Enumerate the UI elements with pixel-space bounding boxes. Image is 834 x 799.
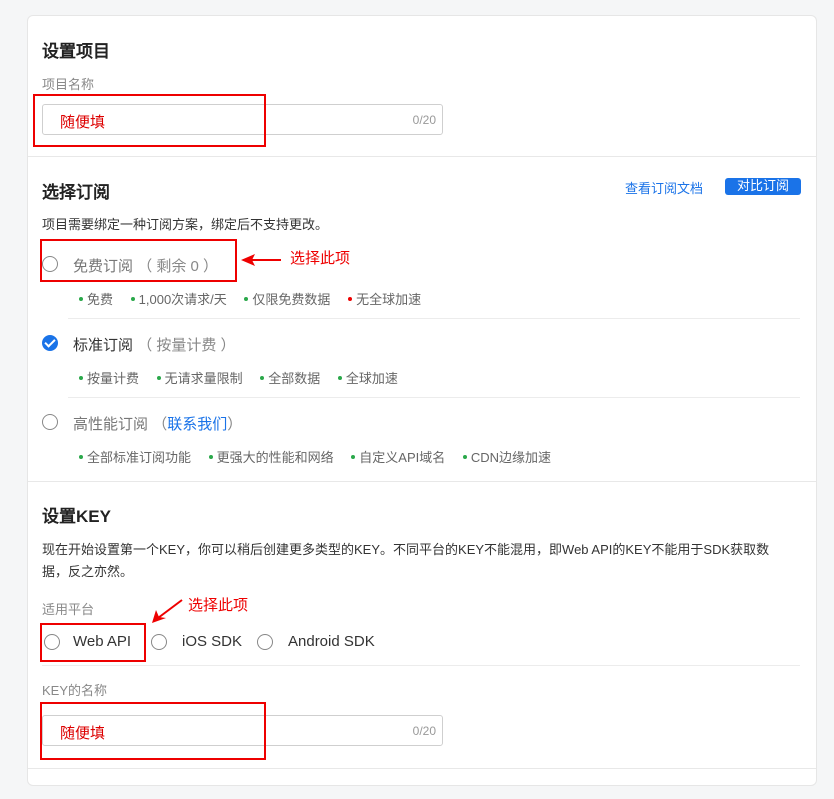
annotation-text-plan: 选择此项 bbox=[290, 250, 351, 267]
standard-plan-name: 标准订阅 bbox=[73, 337, 134, 354]
key-name-label: KEY的名称 bbox=[42, 683, 108, 698]
section-divider bbox=[28, 156, 816, 157]
feature-item: 按量计费 bbox=[79, 371, 139, 386]
annotation-arrow-icon bbox=[152, 599, 183, 623]
performance-plan-radio[interactable] bbox=[42, 414, 58, 430]
feature-item: 自定义API域名 bbox=[351, 450, 445, 465]
contact-us-link[interactable]: 联系我们 bbox=[167, 416, 227, 433]
key-divider bbox=[42, 665, 800, 666]
feature-item: 仅限免费数据 bbox=[244, 292, 330, 307]
standard-plan-radio[interactable] bbox=[42, 335, 58, 351]
view-subscription-docs-link[interactable]: 查看订阅文档 bbox=[625, 178, 703, 197]
performance-plan-name: 高性能订阅 bbox=[73, 416, 149, 433]
feature-item: 全球加速 bbox=[337, 371, 398, 386]
platform-android-sdk-label[interactable]: Android SDK bbox=[288, 633, 375, 650]
annotation-box-web-api bbox=[40, 623, 146, 662]
key-name-counter: 0/20 bbox=[412, 724, 436, 738]
platform-label: 适用平台 bbox=[42, 602, 95, 617]
feature-item: 无全球加速 bbox=[348, 292, 421, 307]
subscription-section-title: 选择订阅 bbox=[42, 183, 110, 202]
plan-divider bbox=[68, 318, 800, 319]
project-name-counter: 0/20 bbox=[412, 113, 436, 127]
feature-item: 1,000次请求/天 bbox=[130, 292, 227, 307]
feature-item: 全部数据 bbox=[260, 371, 320, 386]
free-plan-features: 免费 1,000次请求/天 仅限免费数据 无全球加速 bbox=[79, 289, 421, 308]
plan-divider bbox=[68, 397, 800, 398]
feature-item: 更强大的性能和网络 bbox=[208, 450, 334, 465]
key-section-title: 设置KEY bbox=[42, 507, 111, 526]
subscription-description: 项目需要绑定一种订阅方案，绑定后不支持更改。 bbox=[42, 217, 329, 232]
annotation-arrow-icon bbox=[241, 254, 281, 266]
settings-card: 设置项目 项目名称 随便填 0/20 选择订阅 查看订阅文档 对比订阅 项目需要… bbox=[27, 15, 817, 786]
annotation-text-platform: 选择此项 bbox=[188, 597, 249, 614]
section-divider bbox=[28, 768, 816, 769]
performance-plan-features: 全部标准订阅功能 更强大的性能和网络 自定义API域名 CDN边缘加速 bbox=[79, 447, 551, 466]
annotation-box-free-plan bbox=[40, 239, 237, 282]
annotation-box-project-name bbox=[33, 94, 266, 147]
paren-open: （ bbox=[152, 416, 168, 433]
standard-plan-option[interactable]: 标准订阅 （ 按量计费 ） bbox=[73, 334, 236, 355]
feature-item: 无请求量限制 bbox=[156, 371, 243, 386]
project-name-label: 项目名称 bbox=[42, 77, 95, 92]
feature-item: 免费 bbox=[79, 292, 113, 307]
standard-plan-billing: （ 按量计费 ） bbox=[137, 337, 236, 354]
section-divider bbox=[28, 481, 816, 482]
annotation-box-key-name bbox=[40, 702, 266, 760]
standard-plan-features: 按量计费 无请求量限制 全部数据 全球加速 bbox=[79, 368, 398, 387]
compare-subscriptions-button[interactable]: 对比订阅 bbox=[725, 178, 801, 195]
platform-ios-sdk-radio[interactable] bbox=[151, 634, 167, 650]
performance-plan-option[interactable]: 高性能订阅 （联系我们） bbox=[73, 413, 242, 434]
platform-android-sdk-radio[interactable] bbox=[257, 634, 273, 650]
project-section-title: 设置项目 bbox=[42, 42, 110, 61]
feature-item: CDN边缘加速 bbox=[462, 450, 551, 465]
key-description: 现在开始设置第一个KEY，你可以稍后创建更多类型的KEY。不同平台的KEY不能混… bbox=[42, 542, 770, 579]
feature-item: 全部标准订阅功能 bbox=[79, 450, 191, 465]
paren-close: ） bbox=[227, 416, 243, 433]
platform-ios-sdk-label[interactable]: iOS SDK bbox=[182, 633, 242, 650]
